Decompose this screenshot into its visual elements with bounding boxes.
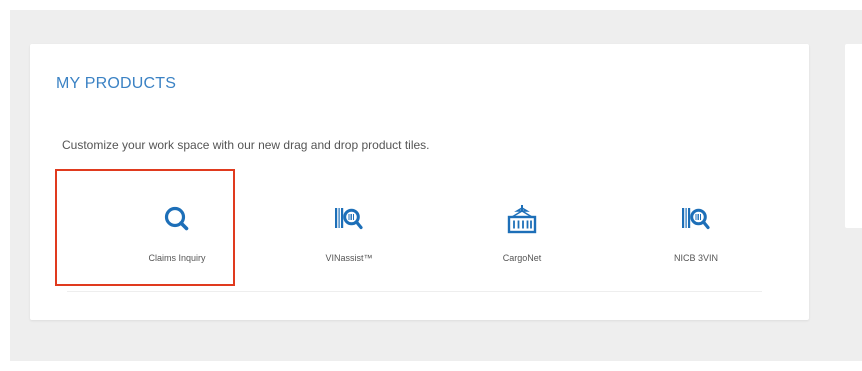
tile-label: CargoNet [502,253,542,263]
cargo-container-icon [507,205,537,234]
product-tiles: Claims Inquiry VINassist™ CargoNet NICB … [67,175,762,292]
card-title: MY PRODUCTS [56,75,177,92]
tile-nicb-3vin[interactable]: NICB 3VIN [621,175,771,287]
tile-vinassist[interactable]: VINassist™ [274,175,424,287]
vin-barcode-search-icon [682,208,710,230]
search-icon [164,206,189,231]
tile-cargonet[interactable]: CargoNet [447,175,597,287]
tile-label: VINassist™ [325,253,373,263]
adjacent-card [845,44,862,228]
vin-barcode-search-icon [335,208,363,230]
tile-label: Claims Inquiry [148,253,206,263]
card-description: Customize your work space with our new d… [62,138,430,152]
tile-label: NICB 3VIN [673,253,718,263]
page: MY PRODUCTS Customize your work space wi… [0,0,862,371]
tile-claims-inquiry[interactable]: Claims Inquiry [102,175,252,287]
my-products-card: MY PRODUCTS Customize your work space wi… [30,44,809,320]
